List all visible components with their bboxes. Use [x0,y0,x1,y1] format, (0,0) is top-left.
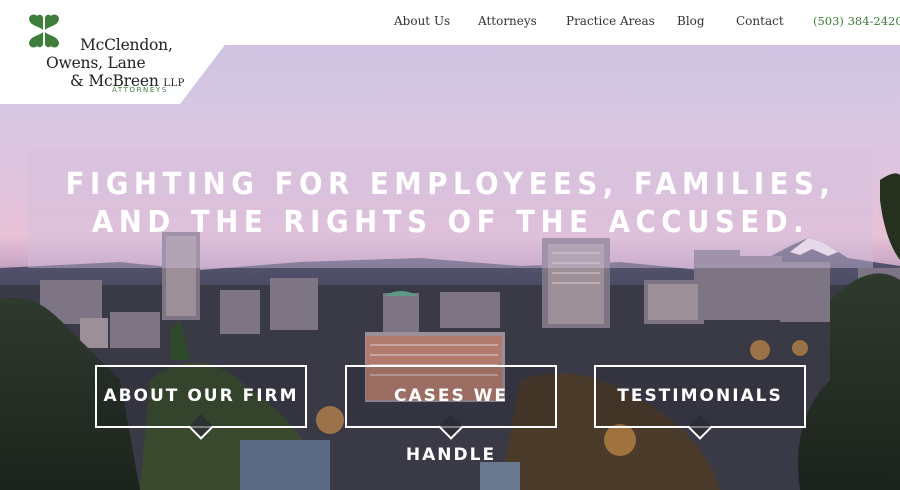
nav-about-us[interactable]: About Us [394,14,450,28]
cases-we-handle-button[interactable]: CASES WE HANDLE [345,365,557,465]
hero-headline: FIGHTING FOR EMPLOYEES, FAMILIES, AND TH… [62,166,839,242]
nav-practice-areas[interactable]: Practice Areas [566,14,655,28]
main-nav: About Us Attorneys Practice Areas Blog C… [0,14,900,30]
phone-number-link[interactable]: (503) 384-2420 [813,14,900,28]
nav-attorneys[interactable]: Attorneys [478,14,537,28]
testimonials-label: TESTIMONIALS [617,386,783,406]
testimonials-button[interactable]: TESTIMONIALS [594,365,806,440]
about-our-firm-label: ABOUT OUR FIRM [103,386,299,406]
firm-name-line-2: Owens, Lane [46,54,146,72]
hero-headline-line-2: AND THE RIGHTS OF THE ACCUSED. [91,205,810,240]
firm-name: McClendon, Owens, Lane & McBreen LLP [44,36,194,93]
speech-pointer-icon [438,414,464,440]
logo-tagline: ATTORNEYS [112,86,168,94]
hero-headline-line-1: FIGHTING FOR EMPLOYEES, FAMILIES, [65,167,836,202]
firm-name-line-1: McClendon, [80,36,173,54]
about-our-firm-button[interactable]: ABOUT OUR FIRM [95,365,307,440]
nav-blog[interactable]: Blog [677,14,705,28]
nav-contact[interactable]: Contact [736,14,784,28]
